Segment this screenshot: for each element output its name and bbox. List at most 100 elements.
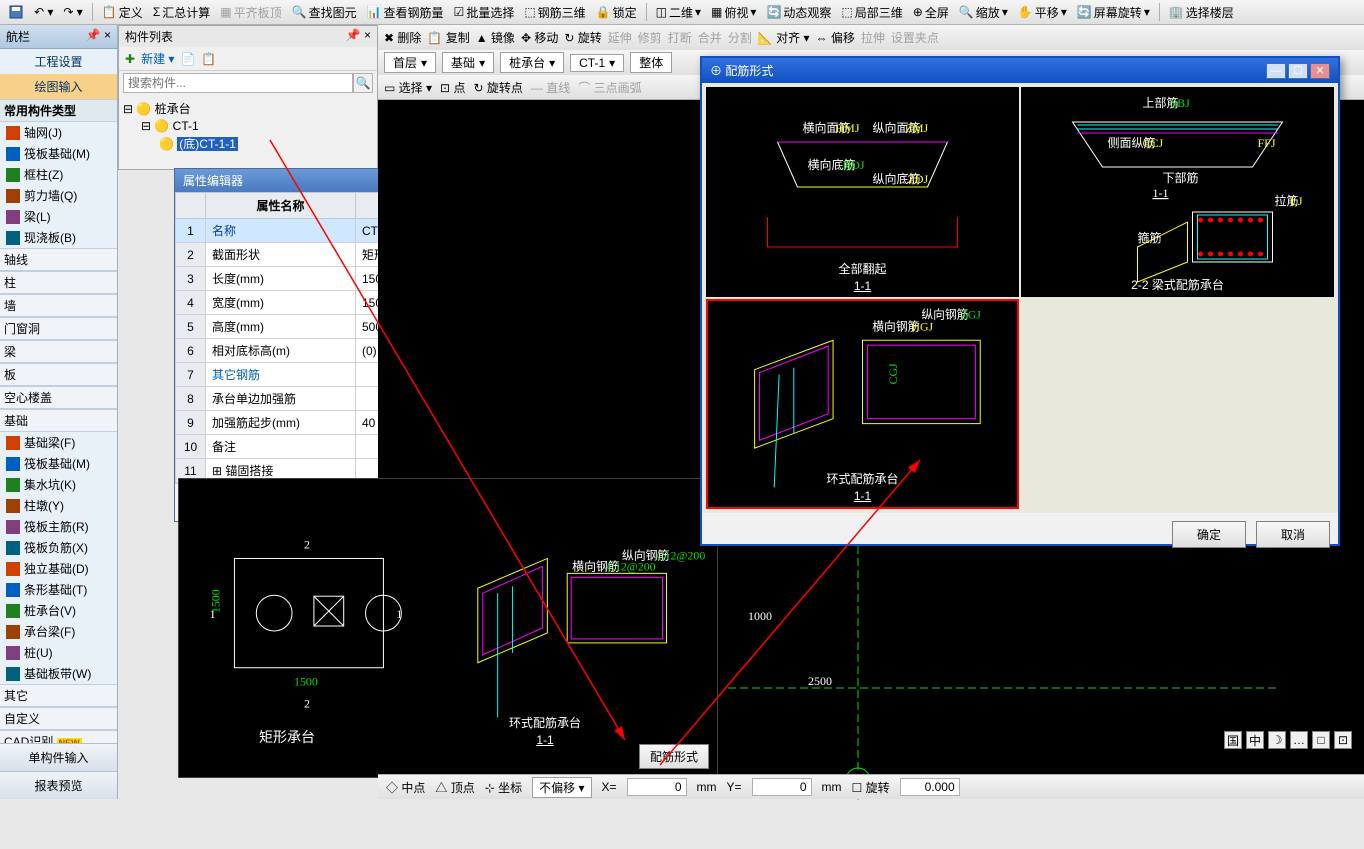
fullscreen-button[interactable]: ⊕ 全屏 bbox=[909, 2, 953, 23]
nav-section-draw[interactable]: 绘图输入 bbox=[0, 74, 117, 99]
vertex-snap[interactable]: △ 顶点 bbox=[435, 779, 474, 796]
nav-item[interactable]: 筏板负筋(X) bbox=[0, 537, 117, 558]
nav-group[interactable]: 基础 bbox=[0, 409, 117, 432]
nav-group[interactable]: 梁 bbox=[0, 340, 117, 363]
tree-root[interactable]: ⊟ 🟡 桩承台 bbox=[123, 99, 373, 118]
copy-button[interactable]: 📋 复制 bbox=[427, 29, 469, 46]
stretch-button[interactable]: 拉伸 bbox=[861, 29, 885, 46]
mode-icon-1[interactable]: 中 bbox=[1246, 731, 1264, 749]
scope-dropdown[interactable]: 整体 bbox=[630, 52, 672, 73]
define-button[interactable]: 📋 定义 bbox=[98, 2, 147, 23]
nav-item[interactable]: 现浇板(B) bbox=[0, 227, 117, 248]
rebar-option-0[interactable]: 横向面筋HMJ 纵向面筋ZMJ 横向底筋HDJ 纵向底筋ZDJ 全部翻起1-1 bbox=[706, 87, 1019, 297]
split-button[interactable]: 分割 bbox=[728, 29, 752, 46]
report-preview-button[interactable]: 报表预览 bbox=[0, 771, 117, 799]
rebar-option-1[interactable]: 上部筋SBJ 侧面纵筋CCJ FFJ 下部筋 1-1 bbox=[1021, 87, 1334, 297]
arc-snap[interactable]: ⌒ 三点画弧 bbox=[578, 79, 641, 96]
single-input-button[interactable]: 单构件输入 bbox=[0, 743, 117, 771]
mode-icon-0[interactable]: 国 bbox=[1224, 731, 1242, 749]
rotate-button[interactable]: ↻ 旋转 bbox=[564, 29, 601, 46]
close-icon[interactable]: ✕ bbox=[1310, 63, 1330, 79]
nav-item[interactable]: 柱墩(Y) bbox=[0, 495, 117, 516]
mode-icon-3[interactable]: … bbox=[1290, 731, 1308, 749]
rot-input[interactable] bbox=[900, 778, 960, 796]
ok-button[interactable]: 确定 bbox=[1172, 521, 1246, 548]
sum-button[interactable]: Σ 汇总计算 bbox=[149, 2, 214, 23]
delete-button[interactable]: ✖ 删除 bbox=[384, 29, 421, 46]
tree-child2[interactable]: 🟡 (底)CT-1-1 bbox=[123, 134, 373, 153]
local-3d-button[interactable]: ⬚ 局部三维 bbox=[837, 2, 906, 23]
align-top-button[interactable]: ▦ 平齐板顶 bbox=[216, 2, 285, 23]
offset-dropdown[interactable]: 不偏移 ▾ bbox=[532, 777, 591, 798]
mode-icon-4[interactable]: □ bbox=[1312, 731, 1330, 749]
save-icon[interactable] bbox=[4, 2, 28, 22]
nav-item[interactable]: 基础板带(W) bbox=[0, 663, 117, 684]
nav-item[interactable]: 独立基础(D) bbox=[0, 558, 117, 579]
y-input[interactable] bbox=[752, 778, 812, 796]
nav-item[interactable]: 筏板主筋(R) bbox=[0, 516, 117, 537]
offset-button[interactable]: ⇔ 偏移 bbox=[815, 29, 854, 46]
nav-item[interactable]: 基础梁(F) bbox=[0, 432, 117, 453]
nav-item[interactable]: 梁(L) bbox=[0, 206, 117, 227]
nav-item[interactable]: 框柱(Z) bbox=[0, 164, 117, 185]
minimize-icon[interactable]: — bbox=[1266, 63, 1286, 79]
nav-item[interactable]: 剪力墙(Q) bbox=[0, 185, 117, 206]
redo-icon[interactable]: ↷ ▾ bbox=[59, 3, 86, 21]
break-button[interactable]: 打断 bbox=[668, 29, 692, 46]
rebar-option-3[interactable] bbox=[1021, 299, 1334, 509]
nav-section-project[interactable]: 工程设置 bbox=[0, 49, 117, 74]
dialog-titlebar[interactable]: ⊕ 配筋形式 — ☐ ✕ bbox=[702, 58, 1338, 83]
new-button[interactable]: 新建 ▾ bbox=[141, 50, 174, 67]
zoom-button[interactable]: 🔍 缩放 ▾ bbox=[955, 2, 1012, 23]
rebar-3d-button[interactable]: ⬚ 钢筋三维 bbox=[520, 2, 589, 23]
orbit-button[interactable]: 🔄 动态观察 bbox=[762, 2, 835, 23]
nav-item[interactable]: 条形基础(T) bbox=[0, 579, 117, 600]
find-button[interactable]: 🔍 查找图元 bbox=[288, 2, 361, 23]
merge-button[interactable]: 合并 bbox=[698, 29, 722, 46]
rebar-option-2[interactable]: 横向钢筋HGJ 纵向钢筋ZGJ CGJ 环式配筋承台1-1 bbox=[706, 299, 1019, 509]
trim-button[interactable]: 修剪 bbox=[638, 29, 662, 46]
undo-icon[interactable]: ↶ ▾ bbox=[30, 3, 57, 21]
search-button[interactable]: 🔍 bbox=[353, 73, 373, 93]
cancel-button[interactable]: 取消 bbox=[1256, 521, 1330, 548]
nav-item[interactable]: 轴网(J) bbox=[0, 122, 117, 143]
nav-group[interactable]: 轴线 bbox=[0, 248, 117, 271]
nav-item[interactable]: 集水坑(K) bbox=[0, 474, 117, 495]
x-input[interactable] bbox=[627, 778, 687, 796]
top-view-button[interactable]: ▦ 俯视 ▾ bbox=[707, 2, 760, 23]
plus-icon[interactable]: ✚ bbox=[125, 52, 135, 66]
nav-group[interactable]: 板 bbox=[0, 363, 117, 386]
category-dropdown[interactable]: 基础 ▾ bbox=[442, 52, 494, 73]
clone-icon[interactable]: 📄 bbox=[180, 52, 195, 66]
mode-icon-2[interactable]: ☽ bbox=[1268, 731, 1286, 749]
type-dropdown[interactable]: 桩承台 ▾ bbox=[500, 52, 564, 73]
line-snap[interactable]: — 直线 bbox=[531, 79, 570, 96]
mode-icon-5[interactable]: ⊡ bbox=[1334, 731, 1352, 749]
nav-group[interactable]: 墙 bbox=[0, 294, 117, 317]
select-mode[interactable]: ▭ 选择 ▾ bbox=[384, 79, 432, 96]
nav-item[interactable]: 桩承台(V) bbox=[0, 600, 117, 621]
component-dropdown[interactable]: CT-1 ▾ bbox=[570, 54, 624, 72]
extend-button[interactable]: 延伸 bbox=[608, 29, 632, 46]
nav-group[interactable]: 其它 bbox=[0, 684, 117, 707]
floor-dropdown[interactable]: 首层 ▾ bbox=[384, 52, 436, 73]
nav-group[interactable]: 柱 bbox=[0, 271, 117, 294]
nav-item[interactable]: 桩(U) bbox=[0, 642, 117, 663]
nav-item[interactable]: 筏板基础(M) bbox=[0, 143, 117, 164]
move-button[interactable]: ✥ 移动 bbox=[521, 29, 558, 46]
rotpoint-snap[interactable]: ↻ 旋转点 bbox=[473, 79, 522, 96]
nav-group[interactable]: 自定义 bbox=[0, 707, 117, 730]
midpoint-snap[interactable]: ◇ 中点 bbox=[386, 779, 425, 796]
batch-select-button[interactable]: ☑ 批量选择 bbox=[450, 2, 519, 23]
config-form-button[interactable]: 配筋形式 bbox=[639, 744, 709, 769]
nav-item[interactable]: 承台梁(F) bbox=[0, 621, 117, 642]
mirror-button[interactable]: ▲ 镜像 bbox=[476, 29, 515, 46]
point-snap[interactable]: ⊡ 点 bbox=[440, 79, 465, 96]
coord-snap[interactable]: ⊹ 坐标 bbox=[485, 779, 522, 796]
pan-button[interactable]: ✋ 平移 ▾ bbox=[1014, 2, 1071, 23]
pin-icon[interactable]: 📌 × bbox=[86, 28, 111, 45]
select-floor-button[interactable]: 🏢 选择楼层 bbox=[1165, 2, 1238, 23]
screen-rotate-button[interactable]: 🔄 屏幕旋转 ▾ bbox=[1073, 2, 1154, 23]
copy-icon[interactable]: 📋 bbox=[201, 52, 216, 66]
tree-child1[interactable]: ⊟ 🟡 CT-1 bbox=[123, 118, 373, 134]
